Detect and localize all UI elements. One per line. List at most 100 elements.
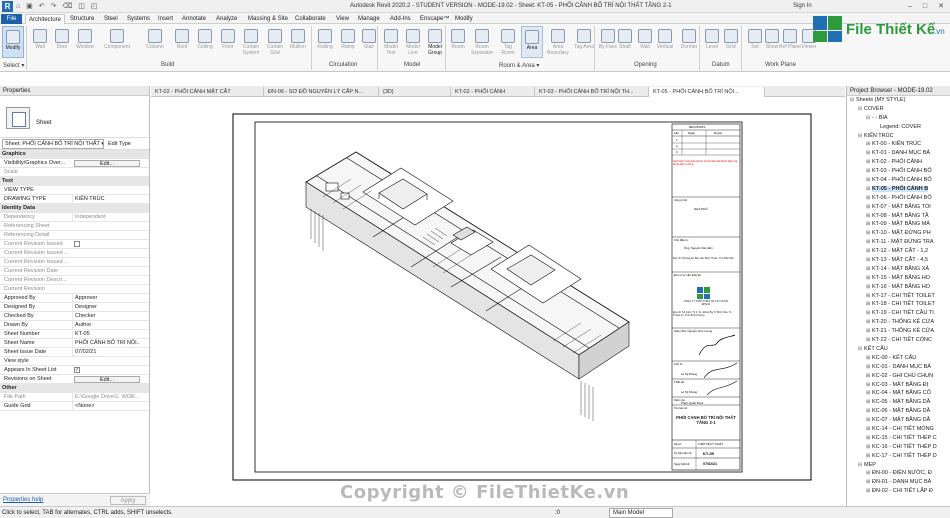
property-value[interactable]: Author (72, 321, 140, 329)
edit-type-button[interactable]: Edit Type (108, 139, 146, 149)
browser-item[interactable]: ⊞ KT-21 - THỐNG KÊ CỬA (847, 327, 950, 336)
browser-item[interactable]: ⊞ KC-01 - DANH MỤC BẢ (847, 363, 950, 372)
view-tab[interactable]: KT-02 - PHỐI CẢNH (451, 87, 535, 97)
ceiling-tool-button[interactable]: Ceiling (193, 26, 217, 58)
browser-item[interactable]: ⊞ KT-22 - CHI TIẾT CỔNC (847, 336, 950, 345)
browser-item[interactable]: ⊞ KT-12 - MẶT CẮT - 1,2 (847, 247, 950, 256)
instance-selector[interactable]: Sheet: PHỐI CẢNH BỐ TRÍ NỘI THẤT ▾ (2, 139, 104, 149)
browser-item[interactable]: ⊞ KT-02 - PHỐI CẢNH (847, 158, 950, 167)
mullion-button[interactable]: Mullion (287, 26, 309, 58)
browser-item[interactable]: ⊞ KT-18 - CHI TIẾT TOILET (847, 300, 950, 309)
browser-item[interactable]: ⊞ KT-00 - KIẾN TRÚC (847, 140, 950, 149)
browser-item[interactable]: ⊞ KC-17 - CHI TIẾT THÉP D (847, 452, 950, 461)
floor-tool-button[interactable]: Floor (217, 26, 239, 58)
tab-systems[interactable]: Systems (124, 14, 153, 24)
property-value[interactable]: <None> (72, 402, 140, 410)
panel-room-area-label[interactable]: Room & Area ▾ (499, 62, 539, 69)
property-section[interactable]: Identity Data (0, 204, 149, 213)
browser-item[interactable]: ⊞ KC-16 - CHI TIẾT THÉP D (847, 443, 950, 452)
shaft-button[interactable]: Shaft (614, 26, 636, 58)
modify-tool-button[interactable]: Modify (2, 26, 24, 58)
browser-item[interactable]: ⊞ KC-14 - CHI TIẾT MÓNG (847, 425, 950, 434)
roof-tool-button[interactable]: Roof (171, 26, 193, 58)
browser-item[interactable]: ⊟ Sheets (MY STYLE) (847, 96, 950, 105)
tab-view[interactable]: View (333, 14, 352, 24)
browser-item[interactable]: ⊞ KT-19 - CHI TIẾT CẦU TI (847, 309, 950, 318)
browser-item[interactable]: ⊞ KT-20 - THỐNG KÊ CỬA (847, 318, 950, 327)
property-value[interactable]: KT-05 (72, 330, 140, 338)
vertical-button[interactable]: Vertical (653, 26, 677, 58)
property-value[interactable]: Designer (72, 303, 140, 311)
property-value[interactable]: PHỐI CẢNH BỐ TRÍ NỘI... (72, 339, 140, 347)
browser-item[interactable]: ⊞ KC-05 - MẶT BẰNG DẦ (847, 398, 950, 407)
properties-help-link[interactable]: Properties help (3, 497, 43, 503)
property-value[interactable]: KIẾN TRÚC (72, 195, 140, 203)
dormer-button[interactable]: Dormer (677, 26, 701, 58)
browser-item[interactable]: ⊞ KC-00 - KẾT CẤU (847, 354, 950, 363)
revit-logo-icon[interactable]: R (2, 1, 13, 12)
property-value[interactable]: Independent (72, 213, 140, 221)
view-tab[interactable]: KT-03 - PHỐI CẢNH BỐ TRÍ NỘI TH... (535, 87, 649, 97)
tab-steel[interactable]: Steel (101, 14, 121, 24)
browser-item[interactable]: ⊞ KT-08 - MẶT BẰNG TẦ (847, 212, 950, 221)
tag-area-button[interactable]: Tag Area (573, 26, 595, 58)
grid-button[interactable]: Grid (720, 26, 742, 58)
property-checkbox[interactable] (74, 241, 80, 247)
browser-item[interactable]: ⊞ KT-01 - DANH MỤC BẢ (847, 149, 950, 158)
sheet-drawing[interactable]: REVISIONS Lần Ngày Duyệt 1 2 3 GHI CHÚ: … (151, 97, 845, 506)
browser-item[interactable]: ⊞ KC-06 - MẶT BẰNG DẦ (847, 407, 950, 416)
browser-item[interactable]: ⊞ ĐN-00 - ĐIỆN NƯỚC, Đ (847, 469, 950, 478)
component-tool-button[interactable]: Component (101, 26, 133, 58)
view-tab[interactable]: KT-02 - PHỐI CẢNH MẶT CẮT (151, 87, 264, 97)
wall-tool-button[interactable]: Wall (29, 26, 51, 58)
browser-item[interactable]: ⊞ KT-14 - MẶT BẰNG XÂ (847, 265, 950, 274)
browser-item[interactable]: ⊞ ĐN-01 - DANH MỤC BẢ (847, 478, 950, 487)
browser-item[interactable]: ⊞ KT-11 - MẶT ĐỨNG TRA (847, 238, 950, 247)
view-tab[interactable]: ĐN-06 - SƠ ĐỒ NGUYÊN LÝ CẤP N... (264, 87, 379, 97)
browser-item[interactable]: ⊟ MEP (847, 461, 950, 470)
browser-item[interactable]: ⊞ KT-09 - MẶT BẰNG MÁ (847, 220, 950, 229)
tag-room-button[interactable]: Tag Room (497, 26, 519, 58)
view-tab[interactable]: {3D} (379, 87, 451, 97)
property-section[interactable]: Graphics (0, 150, 149, 159)
door-tool-button[interactable]: Door (51, 26, 73, 58)
curtain-system-button[interactable]: Curtain System (239, 26, 263, 58)
apply-button[interactable]: Apply (110, 496, 146, 505)
browser-item[interactable]: ⊟ KẾT CẤU (847, 345, 950, 354)
tab-enscape[interactable]: Enscape™ (417, 14, 452, 24)
browser-item[interactable]: ⊞ KC-03 - MẶT BẰNG ĐỊ (847, 381, 950, 390)
browser-item[interactable]: ⊟ - - BÌA (847, 114, 950, 123)
quick-access-toolbar[interactable]: ⌂ ▣ ↶ ↷ ⌫ ◫ ◰ (16, 2, 99, 10)
window-tool-button[interactable]: Window (72, 26, 98, 58)
browser-item[interactable]: ⊞ KT-13 - MẶT CẮT - 4,5 (847, 256, 950, 265)
tab-collaborate[interactable]: Collaborate (292, 14, 329, 24)
tab-structure[interactable]: Structure (67, 14, 97, 24)
browser-item[interactable]: ⊞ KT-17 - CHI TIẾT TOILET (847, 292, 950, 301)
property-value[interactable]: E:\Google Drive\1. WOR... (72, 393, 140, 401)
curtain-grid-button[interactable]: Curtain Grid (263, 26, 287, 58)
model-group-button[interactable]: Model Group (424, 26, 446, 58)
tab-file[interactable]: File (1, 14, 22, 24)
maximize-icon[interactable]: □ (920, 2, 930, 11)
tab-analyze[interactable]: Analyze (213, 14, 240, 24)
tab-architecture[interactable]: Architecture (25, 14, 66, 24)
column-tool-button[interactable]: Column (142, 26, 168, 58)
browser-item[interactable]: ⊞ KT-10 - MẶT ĐỨNG PH (847, 229, 950, 238)
browser-item[interactable]: ⊞ KT-05 - PHỐI CẢNH B (847, 185, 950, 194)
browser-item[interactable]: ⊞ KC-04 - MẶT BẰNG CỐ (847, 389, 950, 398)
ramp-button[interactable]: Ramp (337, 26, 359, 58)
property-checkbox[interactable]: ✓ (74, 367, 80, 373)
tab-modify[interactable]: Modify (452, 14, 476, 24)
browser-item[interactable]: ⊞ ĐN-02 - CHI TIẾT LẮP Đ (847, 487, 950, 496)
tab-massing-site[interactable]: Massing & Site (245, 14, 291, 24)
browser-item[interactable]: ⊞ KT-03 - PHỐI CẢNH BỐ (847, 167, 950, 176)
area-boundary-button[interactable]: Area Boundary (545, 26, 571, 58)
browser-item[interactable]: ⊞ KC-02 - GHI CHÚ CHUN (847, 372, 950, 381)
property-value[interactable]: Checker (72, 312, 140, 320)
model-text-button[interactable]: Model Text (380, 26, 402, 58)
browser-item[interactable]: ⊟ KIẾN TRÚC (847, 132, 950, 141)
tab-add-ins[interactable]: Add-Ins (387, 14, 414, 24)
drawing-canvas[interactable]: REVISIONS Lần Ngày Duyệt 1 2 3 GHI CHÚ: … (151, 97, 845, 506)
property-value[interactable]: Approver (72, 294, 140, 302)
model-line-button[interactable]: Model Line (402, 26, 424, 58)
